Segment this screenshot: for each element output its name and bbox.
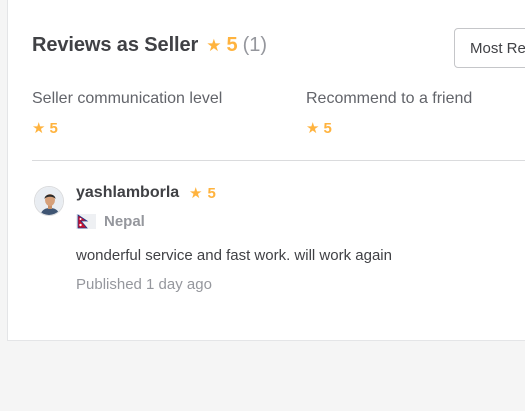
breakdown-rating: ★ 5 <box>306 119 472 138</box>
breakdown-label: Recommend to a friend <box>306 90 473 107</box>
review-count: (1) <box>242 34 268 56</box>
star-icon: ★ <box>206 36 222 55</box>
review-text: wonderful service and fast work. will wo… <box>76 247 392 264</box>
reviews-title: Reviews as Seller <box>32 34 199 56</box>
country-name: Nepal <box>104 213 145 230</box>
overall-rating: 5 <box>226 34 238 56</box>
published-time: Published 1 day ago <box>76 276 212 293</box>
breakdown-rating: ★ 5 <box>32 119 222 138</box>
reviews-card: Reviews as Seller ★ 5 (1) Most Re Seller… <box>7 0 525 341</box>
sort-dropdown-button[interactable]: Most Re <box>454 28 525 68</box>
star-icon: ★ <box>32 120 46 137</box>
breakdown-rating-value: 5 <box>49 119 58 137</box>
divider <box>32 160 525 161</box>
reviewer-rating-value: 5 <box>207 184 216 202</box>
star-icon: ★ <box>189 185 203 202</box>
user-avatar[interactable] <box>34 186 64 216</box>
reviews-header: Reviews as Seller ★ 5 (1) <box>32 34 267 57</box>
reviewer-username[interactable]: yashlamborla <box>76 184 179 202</box>
star-icon: ★ <box>306 120 320 137</box>
breakdown-communication: Seller communication level ★ 5 <box>32 90 222 137</box>
nepal-flag-icon <box>76 214 96 229</box>
breakdown-label: Seller communication level <box>32 90 223 107</box>
reviewer-country: Nepal <box>76 213 145 230</box>
breakdown-recommend: Recommend to a friend ★ 5 <box>306 90 472 137</box>
reviewer-rating: ★ 5 <box>189 184 216 203</box>
breakdown-rating-value: 5 <box>323 119 332 137</box>
